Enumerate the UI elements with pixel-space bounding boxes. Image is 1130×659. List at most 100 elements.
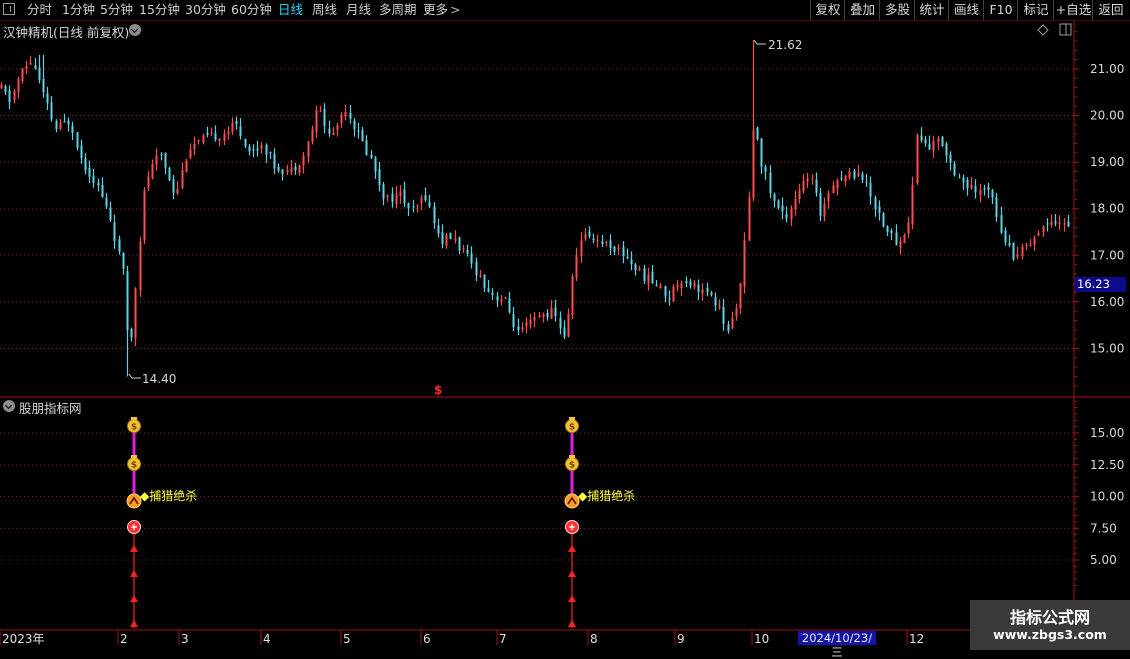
candle-body [437, 225, 440, 234]
candle-body [328, 128, 331, 134]
candle-body [806, 178, 809, 182]
candle-body [601, 241, 604, 245]
candle-body [794, 199, 797, 210]
candle-body [844, 175, 847, 182]
low-price-label: 14.40 [142, 372, 176, 386]
candle-body [361, 130, 364, 141]
candle-body [680, 283, 683, 289]
y-tick-label: 20.00 [1090, 109, 1124, 123]
candle-body [0, 84, 3, 89]
candle-body [17, 78, 20, 92]
diamond-icon[interactable] [1037, 24, 1049, 36]
candle-body [529, 320, 532, 325]
y-tick-label: 18.00 [1090, 202, 1124, 216]
candle-body [1000, 215, 1003, 233]
candle-body [710, 292, 713, 295]
candle-body [991, 190, 994, 198]
candle-body [143, 190, 146, 241]
candle-body [979, 189, 982, 196]
candle-body [319, 111, 322, 113]
candle-body [676, 285, 679, 288]
candle-body [185, 160, 188, 172]
candle-body [248, 146, 251, 152]
candle-body [441, 232, 444, 245]
candle-body [479, 275, 482, 277]
x-tick-label: 10 [754, 632, 769, 646]
candle-body [659, 285, 662, 288]
candle-body [1025, 244, 1028, 246]
crosshair-date-badge: 2024/10/23/三 [798, 631, 876, 659]
candle-body [223, 133, 226, 141]
arrow-up-icon [130, 545, 138, 552]
candle-body [214, 133, 217, 140]
candle-body [790, 208, 793, 220]
candle-body [609, 240, 612, 249]
candle-body [55, 121, 58, 130]
candle-body [29, 62, 32, 65]
candle-body [983, 188, 986, 190]
candle-body [311, 129, 314, 142]
candle-body [449, 233, 452, 240]
x-tick-label: 2023年 [2, 632, 45, 646]
candle-body [928, 143, 931, 150]
candle-body [777, 200, 780, 208]
chevron-down-icon[interactable] [3, 400, 15, 412]
chevron-down-icon[interactable] [129, 24, 141, 36]
candle-body [882, 213, 885, 227]
x-tick-label: 6 [423, 632, 431, 646]
candle-body [575, 254, 578, 278]
candle-body [517, 326, 520, 331]
candle-body [781, 205, 784, 212]
candle-body [130, 328, 133, 338]
candle-body [475, 261, 478, 276]
candle-body [336, 125, 339, 131]
candle-body [559, 318, 562, 329]
candle-body [739, 283, 742, 309]
candle-body [286, 170, 289, 173]
candle-body [643, 268, 646, 282]
candle-body [378, 169, 381, 185]
y-tick-label: 21.00 [1090, 62, 1124, 76]
candle-body [21, 68, 24, 81]
buy-signal-icon [126, 493, 142, 509]
x-tick-label: 4 [263, 632, 271, 646]
candle-body [63, 121, 66, 123]
y-axis-main: 21.00 20.00 19.00 18.00 17.00 16.00 15.00 [1074, 31, 1124, 387]
candle-body [269, 151, 272, 153]
grid-lines [0, 68, 1074, 561]
candle-body [823, 203, 826, 217]
chart-canvas[interactable]: 21.00 20.00 19.00 18.00 17.00 16.00 15.00 15.0… [0, 0, 1130, 650]
watermark: 指标公式网 www.zbgs3.com [970, 600, 1130, 650]
money-bag-icon: $ [127, 417, 141, 433]
candle-body [46, 93, 49, 104]
candle-body [470, 253, 473, 264]
candle-body [920, 135, 923, 141]
candle-body [374, 157, 377, 172]
candle-body [785, 213, 788, 219]
signal-label: ◆捕猎绝杀 [140, 488, 197, 503]
candle-body [533, 316, 536, 321]
candle-body [1021, 246, 1024, 257]
candle-body [1058, 222, 1061, 225]
up-arrow-column [130, 531, 138, 628]
candle-body [202, 135, 205, 143]
indicator-y-tick-label: 15.00 [1090, 426, 1124, 440]
candle-body [4, 86, 7, 93]
arrow-up-icon [568, 595, 576, 602]
watermark-url: www.zbgs3.com [993, 627, 1107, 642]
candle-body [160, 153, 163, 155]
candle-body [466, 250, 469, 254]
candle-body [168, 167, 171, 181]
candle-body [1067, 221, 1070, 227]
candle-body [340, 114, 343, 124]
candle-body [752, 129, 755, 199]
candle-body [974, 186, 977, 193]
candle-body [685, 281, 688, 284]
candle-body [853, 170, 856, 179]
candle-body [197, 139, 200, 142]
candle-body [231, 122, 234, 132]
candle-body [307, 141, 310, 158]
money-bag-icon: $ [127, 455, 141, 471]
candle-body [59, 122, 62, 130]
candle-body [445, 234, 448, 246]
